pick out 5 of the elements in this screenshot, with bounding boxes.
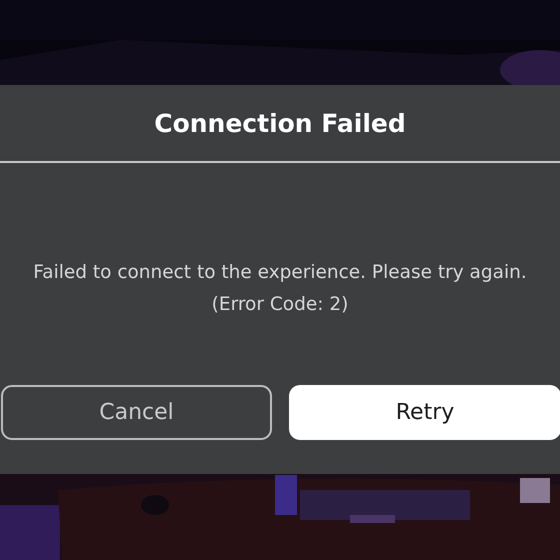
retry-button[interactable]: Retry	[289, 385, 560, 440]
error-code: (Error Code: 2)	[212, 293, 348, 317]
error-message: Failed to connect to the experience. Please try again.	[33, 261, 527, 285]
dialog-title: Connection Failed	[154, 108, 406, 138]
cancel-button[interactable]: Cancel	[1, 385, 272, 440]
